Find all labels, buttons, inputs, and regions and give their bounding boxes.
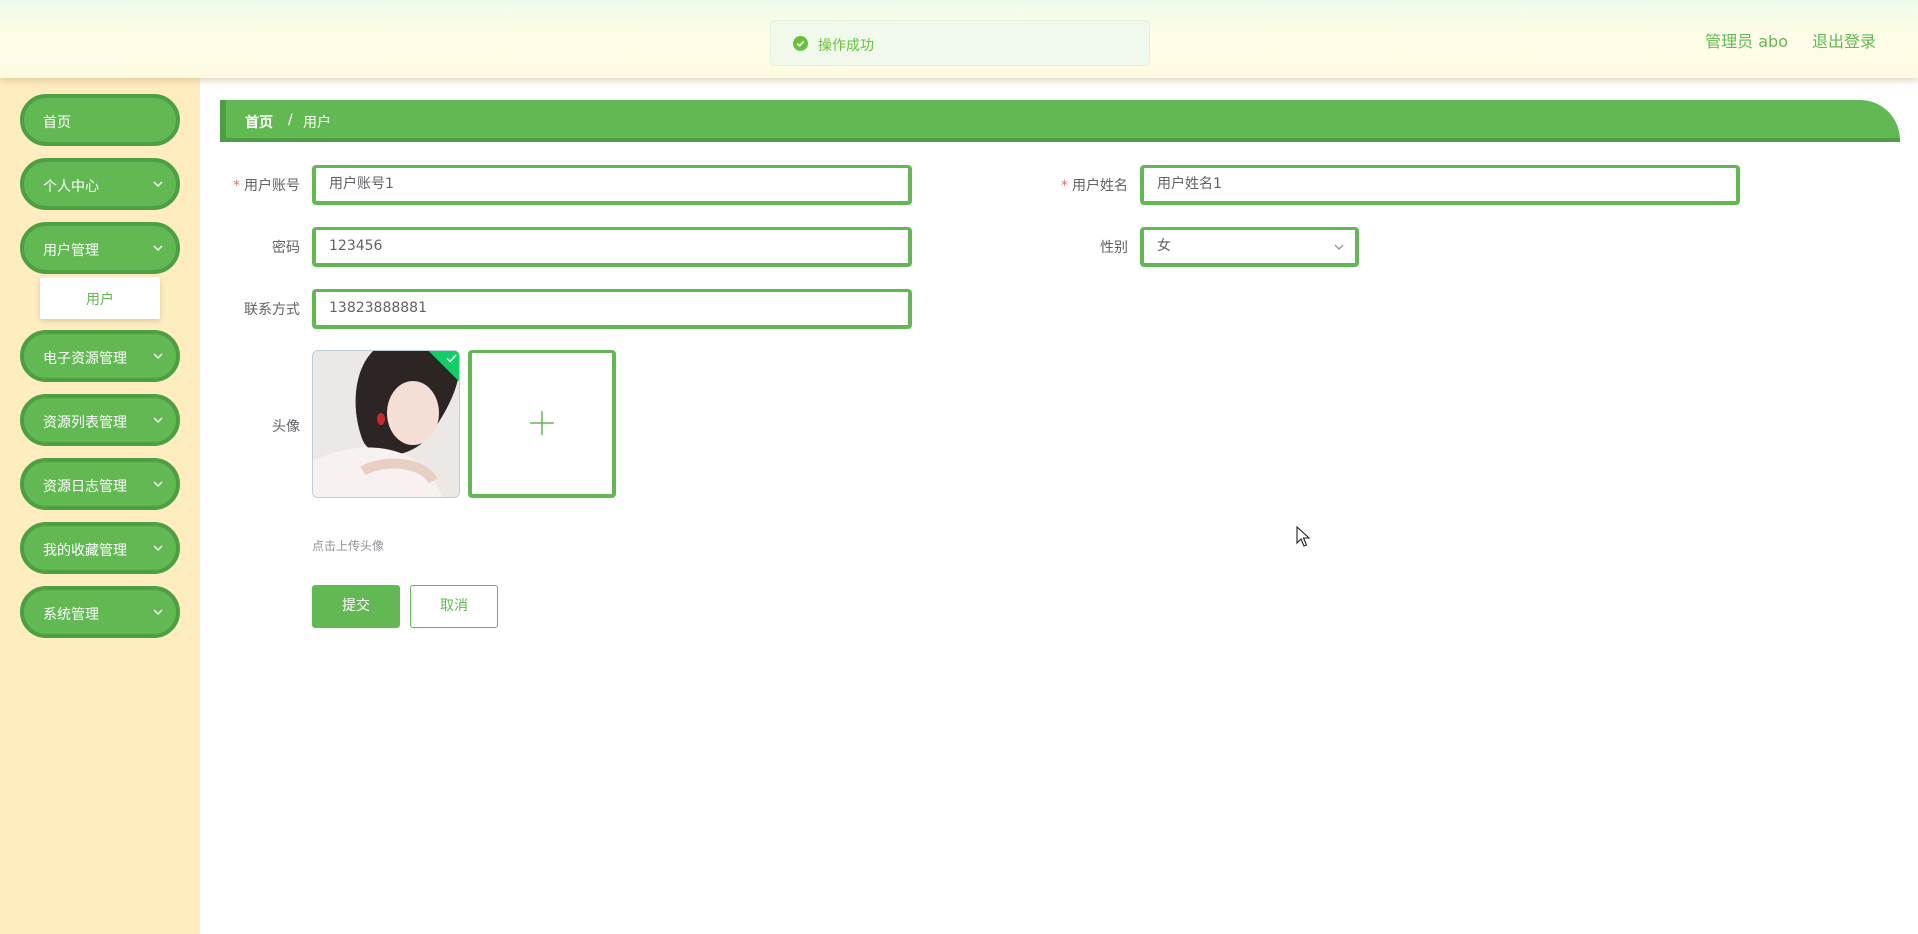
avatar-thumbnail[interactable] — [312, 350, 460, 498]
chevron-down-icon — [153, 417, 163, 423]
logout-link[interactable]: 退出登录 — [1812, 28, 1876, 52]
required-mark: * — [233, 178, 240, 194]
breadcrumb: 首页 / 用户 — [220, 100, 1900, 142]
account-label: * 用户账号 — [200, 175, 300, 195]
sidebar: 首页 个人中心 用户管理 用户 电子资源管理 资源列表管理 资源日志管理 我的收… — [0, 78, 200, 934]
sidebar-item-label: 资源列表管理 — [43, 415, 127, 431]
admin-user-label: 管理员 abo — [1705, 32, 1788, 51]
app-root: 管理员 abo 退出登录 操作成功 首页 个人中心 用户管理 用户 电子资源管理… — [0, 0, 1918, 934]
chevron-down-icon — [153, 353, 163, 359]
sidebar-item-home[interactable]: 首页 — [20, 94, 180, 146]
sidebar-item-e-resource-management[interactable]: 电子资源管理 — [20, 330, 180, 382]
breadcrumb-separator: / — [288, 112, 293, 128]
sidebar-item-favorites-management[interactable]: 我的收藏管理 — [20, 522, 180, 574]
sidebar-subitem-user[interactable]: 用户 — [40, 277, 160, 319]
sidebar-item-label: 电子资源管理 — [43, 351, 127, 367]
sidebar-item-user-management[interactable]: 用户管理 — [20, 222, 180, 274]
sidebar-item-label: 系统管理 — [43, 607, 99, 623]
sidebar-subitem-label: 用户 — [86, 292, 114, 308]
chevron-down-icon — [153, 609, 163, 615]
avatar-image — [313, 351, 459, 497]
cancel-button[interactable]: 取消 — [410, 585, 498, 628]
sidebar-item-label: 用户管理 — [43, 243, 99, 259]
chevron-down-icon — [153, 245, 163, 251]
sidebar-item-label: 首页 — [43, 115, 71, 131]
account-label-text: 用户账号 — [244, 178, 300, 194]
success-check-icon — [793, 36, 808, 51]
toast-message: 操作成功 — [818, 38, 874, 54]
gender-select[interactable]: 女 — [1140, 227, 1359, 267]
sidebar-item-label: 我的收藏管理 — [43, 543, 127, 559]
avatar-upload-button[interactable] — [468, 350, 616, 498]
submit-button[interactable]: 提交 — [312, 585, 400, 628]
success-toast: 操作成功 — [770, 20, 1150, 66]
sidebar-item-resource-log-management[interactable]: 资源日志管理 — [20, 458, 180, 510]
sidebar-item-label: 资源日志管理 — [43, 479, 127, 495]
gender-label: 性别 — [1100, 240, 1128, 256]
sidebar-item-system-management[interactable]: 系统管理 — [20, 586, 180, 638]
name-input[interactable]: 用户姓名1 — [1140, 165, 1740, 205]
avatar-upload-hint: 点击上传头像 — [312, 539, 385, 553]
sidebar-item-label: 个人中心 — [43, 179, 99, 195]
check-icon — [446, 354, 457, 363]
phone-label: 联系方式 — [244, 302, 300, 318]
password-input[interactable]: 123456 — [312, 227, 912, 267]
chevron-down-icon — [1334, 244, 1344, 250]
sidebar-item-personal-center[interactable]: 个人中心 — [20, 158, 180, 210]
gender-select-value: 女 — [1157, 238, 1171, 254]
breadcrumb-current: 用户 — [303, 115, 331, 131]
chevron-down-icon — [153, 545, 163, 551]
account-input[interactable]: 用户账号1 — [312, 165, 912, 205]
breadcrumb-home[interactable]: 首页 — [245, 112, 273, 132]
avatar-label: 头像 — [272, 419, 300, 435]
name-label-text: 用户姓名 — [1072, 178, 1128, 194]
required-mark: * — [1061, 178, 1068, 194]
name-label: * 用户姓名 — [1028, 175, 1128, 195]
password-label: 密码 — [272, 240, 300, 256]
plus-icon — [530, 411, 554, 435]
phone-input[interactable]: 13823888881 — [312, 289, 912, 329]
chevron-down-icon — [153, 181, 163, 187]
sidebar-item-resource-list-management[interactable]: 资源列表管理 — [20, 394, 180, 446]
mouse-cursor-icon — [1296, 526, 1311, 547]
chevron-down-icon — [153, 481, 163, 487]
